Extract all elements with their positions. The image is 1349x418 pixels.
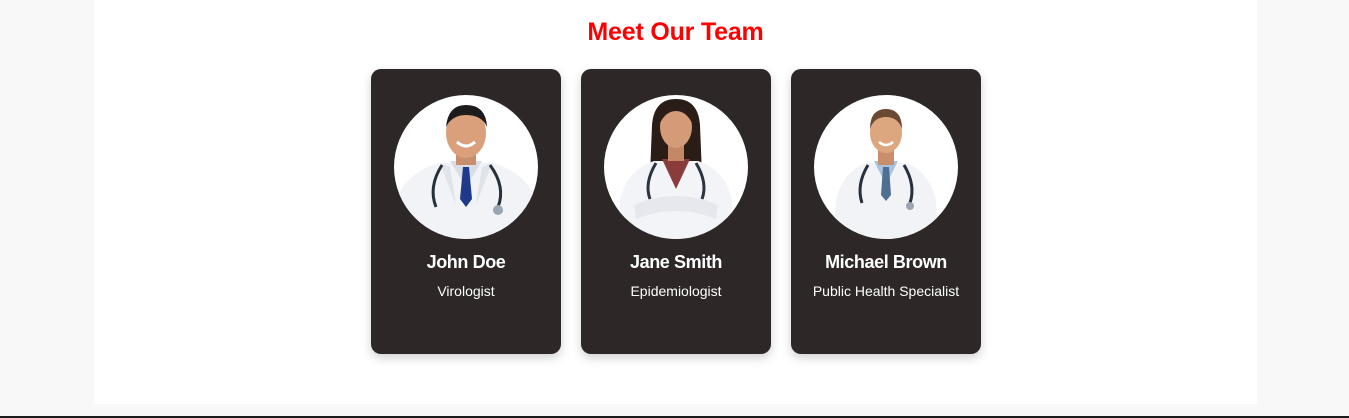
team-member-name: Jane Smith (629, 252, 723, 272)
team-member-role: Public Health Specialist (812, 283, 960, 299)
team-member-name: Michael Brown (825, 252, 947, 272)
team-card: John Doe Virologist (371, 69, 561, 354)
team-cards: John Doe Virologist Jane Smith Epidemiol… (371, 69, 981, 354)
doctor-photo-icon (394, 95, 538, 239)
team-member-role: Virologist (437, 283, 495, 299)
team-card: Jane Smith Epidemiologist (581, 69, 771, 354)
doctor-photo-icon (604, 95, 748, 239)
team-card: Michael Brown Public Health Specialist (791, 69, 981, 354)
team-section: Meet Our Team John Doe Virologist Jane S… (94, 0, 1257, 404)
team-member-role: Epidemiologist (630, 283, 722, 299)
team-member-name: John Doe (426, 252, 506, 272)
page: Meet Our Team John Doe Virologist Jane S… (0, 0, 1349, 418)
doctor-photo-icon (814, 95, 958, 239)
section-title: Meet Our Team (587, 18, 764, 46)
